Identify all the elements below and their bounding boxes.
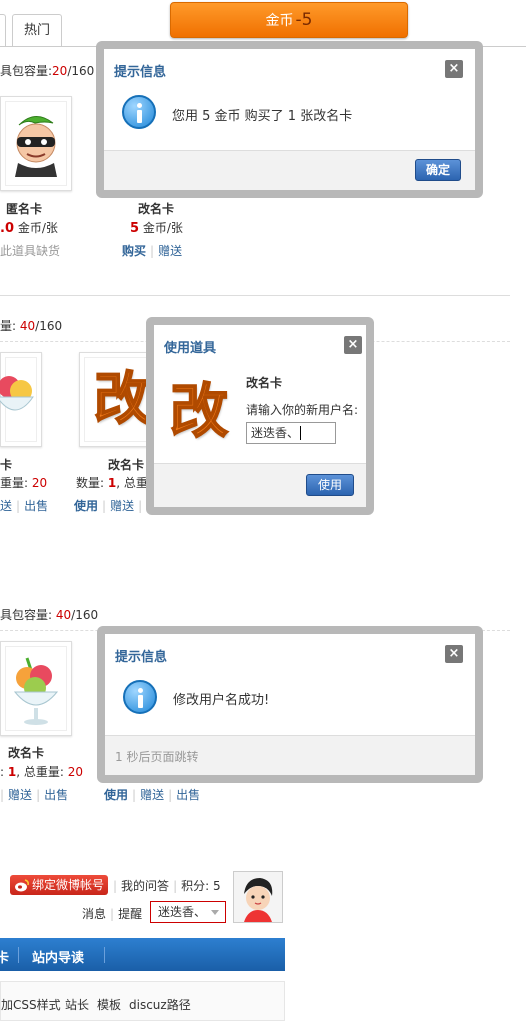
item-actions: 使用 | 赠送 | 出售	[104, 788, 201, 802]
item-qty: : 1, 总重量: 20	[0, 765, 84, 779]
item-out-of-stock: 此道具缺货	[0, 244, 61, 258]
item-image-anonymous-card[interactable]	[0, 96, 72, 191]
nav-separator	[104, 947, 105, 963]
buy-link[interactable]: 购买	[122, 244, 146, 258]
bag-capacity: 具包容量:20/160	[0, 64, 95, 78]
redirect-notice: 1 秒后页面跳转	[115, 750, 199, 764]
item-actions: 送 | 出售	[0, 499, 49, 513]
dialog-footer: 确定	[104, 150, 475, 190]
nav-separator	[18, 947, 19, 963]
avatar[interactable]	[233, 871, 283, 923]
item-weight: 重量: 20	[0, 476, 48, 490]
sub-nav-bar: 加CSS样式 站长 模板 discuz路径	[0, 981, 285, 1021]
confirm-button[interactable]: 确定	[415, 159, 461, 181]
new-username-input[interactable]: 迷迭香、	[246, 422, 336, 444]
item-price: .0 金币/张	[0, 221, 58, 236]
info-icon	[123, 680, 157, 714]
points-value: 5	[212, 879, 221, 893]
tab-hot[interactable]: 热门	[12, 14, 62, 46]
gift-link[interactable]: 赠送	[110, 499, 134, 513]
reminders-link[interactable]: 提醒	[118, 907, 142, 921]
subnav-item[interactable]: 站长	[65, 996, 89, 1013]
gift-link[interactable]: 送	[0, 499, 12, 513]
main-nav-bar: 卡 站内导读	[0, 938, 285, 971]
dialog-title: 使用道具	[164, 341, 217, 356]
dialog-purchase-info: 提示信息 × 您用 5 金币 购买了 1 张改名卡 确定	[96, 41, 483, 198]
item-image-ice-cream[interactable]	[0, 641, 72, 736]
use-link[interactable]: 使用	[104, 788, 128, 802]
dialog-use-item: 使用道具 × 改 改名卡 请输入你的新用户名: 迷迭香、 使用	[146, 317, 374, 515]
subnav-item[interactable]: 加CSS样式	[1, 996, 61, 1013]
subnav-item[interactable]: discuz路径	[129, 996, 191, 1013]
item-actions: | 赠送 | 出售	[0, 788, 69, 802]
dialog-message: 您用 5 金币 购买了 1 张改名卡	[172, 109, 353, 124]
dialog-item-name: 改名卡	[246, 376, 283, 390]
sell-link[interactable]: 出售	[176, 788, 200, 802]
item-name: 匿名卡	[6, 202, 43, 216]
user-links: | 我的问答 | 积分: 5	[113, 879, 221, 893]
bag-capacity: 量: 40/160	[0, 319, 63, 333]
dialog-title: 提示信息	[115, 650, 168, 665]
rename-card-glyph: 改	[93, 366, 151, 433]
dialog-footer: 使用	[154, 463, 366, 507]
nav-item-cut[interactable]: 卡	[0, 947, 9, 966]
dialog-message: 修改用户名成功!	[173, 693, 270, 708]
dialog-footer: 1 秒后页面跳转	[105, 735, 475, 775]
messages-link[interactable]: 消息	[82, 907, 106, 921]
item-actions: 购买 | 赠送	[122, 244, 183, 258]
gift-link[interactable]: 赠送	[8, 788, 32, 802]
my-questions-link[interactable]: 我的问答	[121, 879, 169, 893]
points-label: 积分:	[181, 879, 210, 893]
dialog-rename-success: 提示信息 × 修改用户名成功! 1 秒后页面跳转	[97, 626, 483, 783]
item-name: 改名卡	[108, 458, 145, 472]
bag-capacity: 具包容量: 40/160	[0, 608, 99, 622]
gold-banner-value: -5	[295, 10, 313, 30]
ice-cream-icon	[0, 376, 34, 411]
item-name: 改名卡	[8, 746, 45, 760]
gift-link[interactable]: 赠送	[158, 244, 182, 258]
item-name: 卡	[0, 458, 13, 472]
item-price: 5 金币/张	[130, 221, 183, 236]
sell-link[interactable]: 出售	[24, 499, 48, 513]
gift-link[interactable]: 赠送	[140, 788, 164, 802]
close-icon[interactable]: ×	[344, 336, 362, 354]
close-icon[interactable]: ×	[445, 645, 463, 663]
chevron-down-icon	[211, 910, 219, 915]
username-dropdown[interactable]: 迷迭香、	[150, 901, 226, 923]
item-name: 改名卡	[138, 202, 175, 216]
gold-banner-label: 金币	[265, 13, 294, 29]
use-button[interactable]: 使用	[306, 474, 354, 496]
weibo-icon	[15, 879, 29, 892]
user-notice-links: 消息 | 提醒	[82, 907, 143, 921]
section-divider	[0, 295, 510, 296]
nav-item-guide[interactable]: 站内导读	[32, 947, 84, 966]
rename-card-glyph: 改	[169, 376, 229, 446]
use-link[interactable]: 使用	[74, 499, 98, 513]
item-image-ice-cream[interactable]	[0, 352, 42, 447]
close-icon[interactable]: ×	[445, 60, 463, 78]
dialog-title: 提示信息	[114, 65, 167, 80]
item-qty: 数量: 1, 总重	[76, 476, 148, 490]
subnav-item[interactable]: 模板	[97, 996, 121, 1013]
tab-left-partial[interactable]	[0, 14, 6, 46]
avatar-image	[234, 872, 282, 922]
anonymous-mask-icon	[15, 116, 57, 177]
new-username-label: 请输入你的新用户名:	[246, 403, 359, 417]
info-icon	[122, 95, 156, 129]
ice-cream-icon	[13, 657, 59, 725]
gold-change-banner: 金币 -5	[170, 2, 408, 38]
sell-link[interactable]: 出售	[44, 788, 68, 802]
